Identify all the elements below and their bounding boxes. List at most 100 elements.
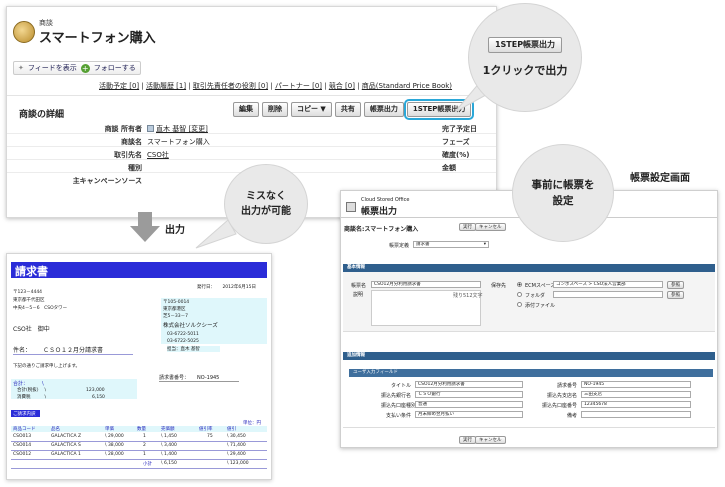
bubble-text: ミスなく [246,191,286,202]
title-input[interactable]: CSO12月分利用請求書 [415,381,523,388]
table-line [11,459,267,460]
issue-date: 発行日： 2012年6月15日 [197,285,256,290]
vendor-rep: 担当：直木 基智 [167,346,220,352]
desc-label: 説明 [353,292,364,298]
bank-name-input[interactable]: ＣＳＯ銀行 [415,391,523,398]
bubble-text: 設定 [552,195,574,207]
account-type-input[interactable]: 普通 [415,401,523,408]
down-arrow-shaft [138,212,152,226]
radio-ecm-label: ECMスペース [525,283,556,289]
field-row: 商談名 スマートフォン購入 フェーズ [7,134,496,147]
user-field-label: 振込先口座種別 [381,403,417,409]
client-address: 中央4－5－6 CSOタワー [13,306,68,311]
vendor-fax: 03-6722-5025 [167,339,199,344]
setting-screen-label: 帳票設定画面 [630,173,690,184]
table-header: 単価 [105,427,114,432]
branch-input[interactable]: 三田支店 [581,391,691,398]
field-label-right: 金額 [442,164,456,172]
detail-label: ご請求内訳 [13,412,36,417]
save-to-label: 保存先 [491,283,507,289]
invoice-title-bar [11,262,267,278]
output-document-button[interactable]: 帳票出力 [363,102,404,117]
doc-name-input[interactable]: CSO12月分利用請求書 [371,281,481,288]
invoice-number: 請求書番号： NO-1945 [159,374,239,382]
divider [7,95,496,96]
related-list-links: 活動予定 [0] | 活動履歴 [1] | 取引先責任者の役割 [0] | パー… [99,82,453,90]
payment-terms-input[interactable]: 月末締め翌月払い [415,411,523,418]
user-field-label: 備考 [566,413,577,419]
related-link-partners[interactable]: パートナー [0] [275,82,322,90]
chevron-down-icon: ▾ [483,242,486,247]
related-link-competitors[interactable]: 競合 [0] [329,82,355,90]
table-header: 数量 [137,427,146,432]
owner-value: 直木 基智 [変更] [147,124,208,134]
folder-input[interactable] [553,291,663,298]
ecm-browse-button[interactable]: 参照 [667,281,684,289]
detail-toolbar: 編集 削除 コピー ▼ 共有 帳票出力 1STEP帳票出力 [233,99,475,120]
related-link-activities[interactable]: 活動予定 [0] [99,82,139,90]
owner-link[interactable]: 直木 基智 [変更] [156,125,208,133]
bubble-tail [195,219,237,249]
bubble-text: 事前に帳票を [531,179,595,191]
vendor-address: 芝5－33－7 [163,314,188,319]
invoice-title: 請求書 [15,265,48,278]
doc-type-select[interactable]: 請求書 ▾ [413,241,489,248]
radio-ecm[interactable] [517,282,522,287]
cancel-button[interactable]: キャンセル [475,223,506,231]
subtotal-row: 合計(税抜) \ 123,000 [17,388,105,393]
user-field-label: 請求番号 [556,383,577,389]
field-row: 取引先名 CSO社 確度(%) [7,147,496,160]
cancel-button-bottom[interactable]: キャンセル [475,436,506,444]
plus-icon: + [80,63,90,73]
doc-name-label: 帳票名 [351,283,367,289]
run-button-bottom[interactable]: 実行 [459,436,476,444]
folder-browse-button[interactable]: 参照 [667,291,684,299]
user-field-label: 振込先支店名 [546,393,577,399]
account-no-input[interactable]: 12345678 [581,401,691,408]
related-link-history[interactable]: 活動履歴 [1] [146,82,186,90]
user-field-label: 振込先口座番号 [541,403,577,409]
feed-icon: ✦ [18,64,24,72]
field-label-right: 確度(%) [442,151,470,159]
vendor-address: 東京都港区 [163,307,186,312]
run-button[interactable]: 実行 [459,223,476,231]
desc-remaining: 残り512文字 [453,293,483,299]
one-click-bubble: 1STEP帳票出力 1クリックで出力 [469,4,581,111]
account-link[interactable]: CSO社 [147,150,169,160]
delete-button[interactable]: 削除 [262,102,288,117]
table-line [11,468,267,469]
section-user-fields: ユーザ入力フィールド [349,369,713,377]
invoice-notice: 下記の通りご請求申し上げます。 [13,364,81,369]
invoice-subject: 件名： ＣＳＯ１２月分請求書 [13,345,133,355]
table-header: 売価額 [161,427,175,432]
down-arrow-icon [130,226,160,242]
invoice-no-input[interactable]: NO-1945 [581,381,691,388]
vendor-name: 株式会社ソルクシーズ [163,323,218,329]
ecm-path-input[interactable]: コンポスペース > CSO法人営業部 [553,281,663,288]
table-header: 値引 [227,427,236,432]
copy-button[interactable]: コピー ▼ [291,102,332,117]
related-link-contact-roles[interactable]: 取引先責任者の役割 [0] [193,82,268,90]
client-zip: 〒123－4444 [13,290,43,295]
show-feed-link[interactable]: フィードを表示 [28,63,77,73]
app-name: Cloud Stored Office [361,197,410,203]
tax-row: 消費税 \ 6,150 [17,395,105,400]
radio-folder[interactable] [517,292,522,297]
related-link-products[interactable]: 商品(Standard Price Book) [362,82,452,90]
radio-attachment[interactable] [517,302,522,307]
field-label: 取引先名 [114,151,142,159]
field-value: スマートフォン購入 [147,138,210,146]
follow-link[interactable]: フォローする [94,63,136,73]
section-extra: 追加情報 [343,352,715,360]
output-label: 出力 [165,225,185,236]
client-name: CSO社 御中 [13,326,50,333]
user-field-label: 振込先銀行名 [381,393,412,399]
edit-button[interactable]: 編集 [233,102,259,117]
remarks-input[interactable] [581,411,691,418]
user-field-label: タイトル [390,383,411,389]
share-button[interactable]: 共有 [334,102,361,117]
table-line [11,450,267,451]
user-icon [147,125,154,132]
doc-type-label: 帳票定義 [389,243,410,249]
field-label: 主キャンペーンソース [72,177,142,185]
